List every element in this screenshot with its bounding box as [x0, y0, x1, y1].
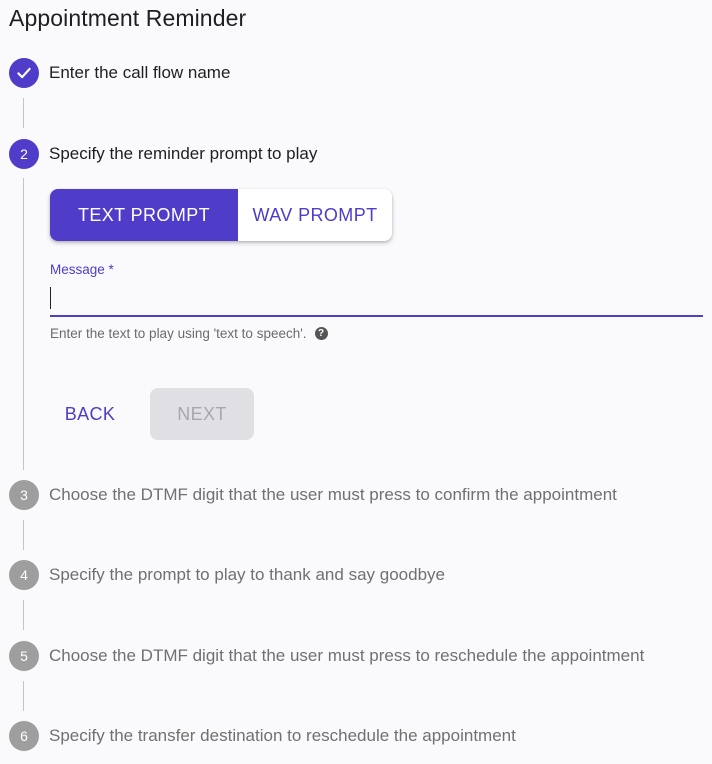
step-2[interactable]: 2 Specify the reminder prompt to play: [9, 139, 709, 171]
step-1-circle: [9, 58, 39, 88]
wav-prompt-button[interactable]: WAV PROMPT: [238, 189, 392, 241]
check-icon: [17, 67, 31, 79]
text-prompt-button[interactable]: TEXT PROMPT: [50, 189, 238, 241]
step-6-number: 6: [9, 721, 39, 751]
next-button[interactable]: NEXT: [150, 388, 254, 440]
step-4-label: Specify the prompt to play to thank and …: [49, 565, 445, 584]
step-connector: [23, 520, 24, 550]
help-circle-icon[interactable]: ?: [314, 327, 328, 340]
step-6-label: Specify the transfer destination to resc…: [49, 726, 516, 745]
step-connector: [23, 98, 24, 128]
step-1[interactable]: Enter the call flow name: [9, 58, 709, 90]
text-caret: [50, 287, 51, 309]
step-5-number: 5: [9, 641, 39, 671]
step-5[interactable]: 5 Choose the DTMF digit that the user mu…: [9, 641, 709, 673]
prompt-type-toggle: TEXT PROMPT WAV PROMPT: [50, 189, 392, 241]
message-label: Message *: [50, 262, 114, 277]
step-connector: [23, 600, 24, 630]
step-3-label: Choose the DTMF digit that the user must…: [49, 485, 617, 504]
step-1-label: Enter the call flow name: [49, 63, 231, 82]
message-helper-text: Enter the text to play using 'text to sp…: [50, 326, 307, 341]
page-title: Appointment Reminder: [9, 5, 247, 31]
message-helper: Enter the text to play using 'text to sp…: [50, 326, 328, 341]
step-4[interactable]: 4 Specify the prompt to play to thank an…: [9, 560, 709, 592]
back-button[interactable]: BACK: [50, 389, 130, 439]
step-2-number: 2: [9, 139, 39, 169]
step-2-label: Specify the reminder prompt to play: [49, 144, 318, 163]
step-3[interactable]: 3 Choose the DTMF digit that the user mu…: [9, 480, 709, 512]
stepper-page: Appointment Reminder Enter the call flow…: [0, 0, 712, 764]
step-6[interactable]: 6 Specify the transfer destination to re…: [9, 721, 709, 753]
step-connector: [23, 178, 24, 470]
message-input[interactable]: [50, 283, 703, 317]
step-5-label: Choose the DTMF digit that the user must…: [49, 646, 645, 665]
step-3-number: 3: [9, 480, 39, 510]
step-4-number: 4: [9, 560, 39, 590]
step-connector: [23, 681, 24, 711]
